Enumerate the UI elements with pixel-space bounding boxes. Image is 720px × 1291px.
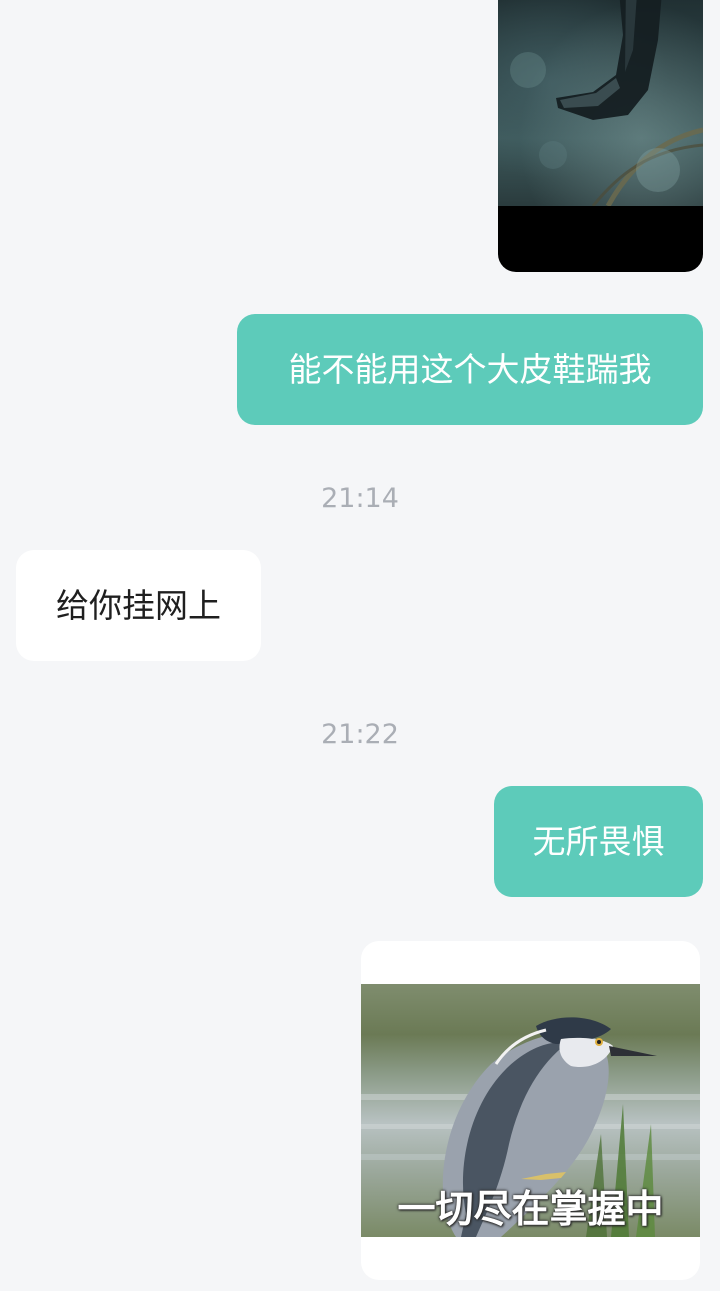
message-text: 无所畏惧 bbox=[532, 821, 665, 861]
image-scene bbox=[498, 0, 703, 208]
heron-photo: 一切尽在掌握中 bbox=[361, 984, 700, 1237]
image-message-shoe[interactable] bbox=[498, 0, 703, 272]
shoe-photo-illustration bbox=[510, 0, 703, 208]
chat-message-list[interactable]: 能不能用这个大皮鞋踹我 21:14 给你挂网上 21:22 无所畏惧 一切尽在掌… bbox=[0, 0, 720, 1291]
sent-message-bubble[interactable]: 无所畏惧 bbox=[494, 786, 703, 897]
sticker-message-heron[interactable]: 一切尽在掌握中 bbox=[361, 941, 700, 1280]
message-timestamp: 21:14 bbox=[321, 483, 399, 514]
message-text: 能不能用这个大皮鞋踹我 bbox=[288, 349, 652, 389]
received-message-bubble[interactable]: 给你挂网上 bbox=[16, 550, 261, 661]
message-timestamp: 21:22 bbox=[321, 719, 399, 750]
sent-message-bubble[interactable]: 能不能用这个大皮鞋踹我 bbox=[237, 314, 703, 425]
message-text: 给你挂网上 bbox=[56, 585, 221, 625]
sticker-caption: 一切尽在掌握中 bbox=[397, 1187, 664, 1231]
